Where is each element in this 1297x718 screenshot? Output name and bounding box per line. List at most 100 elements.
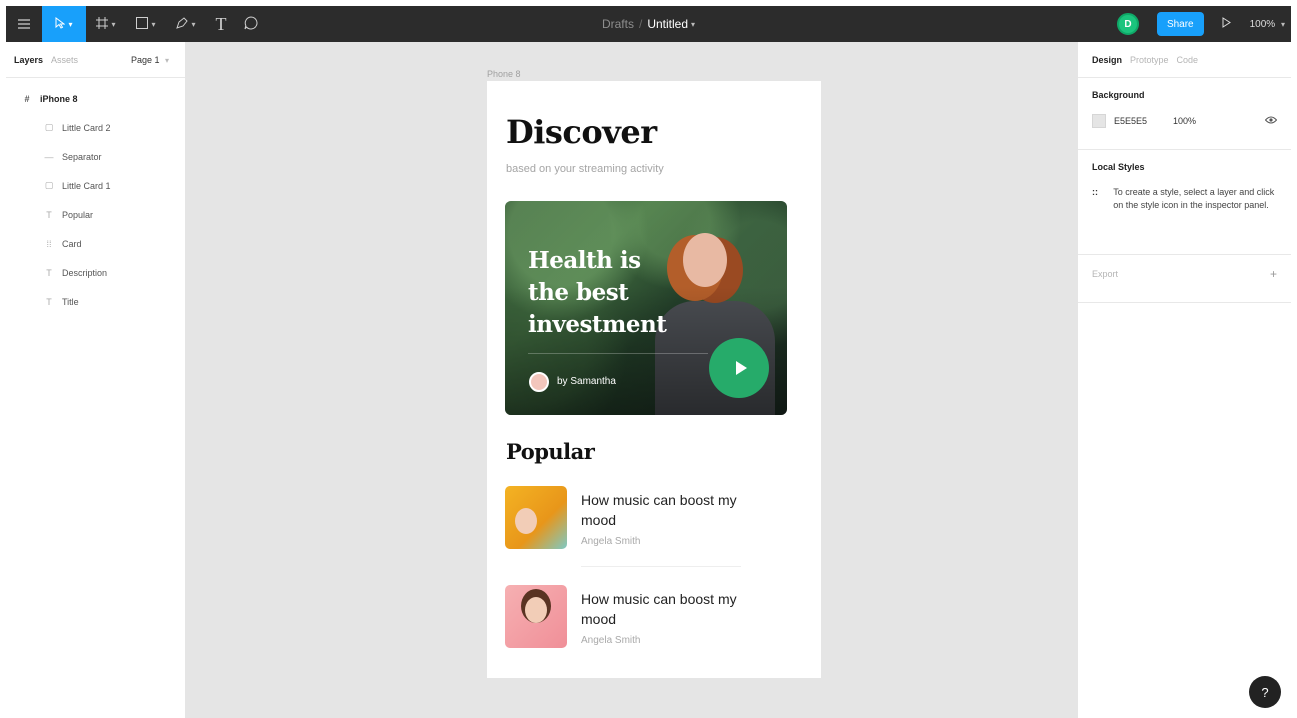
right-panel-tabs: Design Prototype Code — [1078, 42, 1291, 78]
pen-tool-button[interactable]: ▾ — [166, 6, 206, 42]
layer-item[interactable]: T Description — [6, 258, 185, 287]
play-icon — [1222, 17, 1232, 31]
page-selector[interactable]: Page 1 ▾ — [131, 55, 169, 65]
little-card-1[interactable]: How music can boost my mood Angela Smith — [505, 486, 805, 550]
layer-label: Card — [62, 238, 82, 249]
tab-layers[interactable]: Layers — [14, 55, 43, 65]
background-section: Background E5E5E5 100% — [1078, 78, 1291, 150]
layer-item-iphone-8[interactable]: # iPhone 8 — [6, 84, 185, 113]
top-toolbar: ▾ ▾ ▾ ▾ T Drafts / Untitled ▾ D Share 10… — [6, 6, 1291, 42]
tab-code[interactable]: Code — [1177, 55, 1199, 65]
move-tool-button[interactable]: ▾ — [42, 6, 86, 42]
play-button[interactable] — [709, 338, 769, 398]
share-button[interactable]: Share — [1156, 12, 1204, 36]
hero-divider — [528, 353, 708, 354]
breadcrumb-project[interactable]: Drafts — [602, 17, 634, 31]
style-icon: :: — [1092, 187, 1098, 197]
page-label: Page 1 — [130, 54, 160, 65]
card-title: How music can boost my mood — [581, 591, 737, 627]
local-styles-hint-row: :: To create a style, select a layer and… — [1092, 186, 1277, 212]
separator — [581, 566, 741, 567]
grid-icon: ⁞⁞ — [46, 238, 52, 249]
add-export-icon[interactable]: + — [1270, 267, 1277, 281]
card-title: How music can boost my mood — [581, 492, 737, 528]
phone-frame[interactable]: Discover based on your streaming activit… — [487, 81, 821, 678]
card-thumbnail — [505, 585, 567, 648]
zoom-level: 100% — [1249, 18, 1276, 30]
toolbar-right: D Share 100% ▾ — [1116, 6, 1285, 42]
layer-label: Description — [62, 267, 108, 278]
layer-label: Title — [62, 296, 79, 307]
eye-icon[interactable] — [1264, 115, 1278, 127]
card-thumbnail — [505, 486, 567, 549]
layer-item[interactable]: ▢ Little Card 2 — [6, 113, 185, 142]
move-icon — [55, 16, 66, 32]
background-hex-input[interactable]: E5E5E5 — [1114, 116, 1147, 126]
layer-item[interactable]: T Popular — [6, 200, 185, 229]
text-tool-button[interactable]: T — [206, 6, 236, 42]
help-button[interactable]: ? — [1249, 676, 1281, 708]
local-styles-heading: Local Styles — [1092, 162, 1145, 172]
layer-label: iPhone 8 — [40, 93, 78, 104]
tab-design[interactable]: Design — [1092, 55, 1122, 65]
present-button[interactable] — [1214, 17, 1240, 31]
author-avatar — [529, 372, 549, 392]
layer-label: Popular — [62, 209, 94, 220]
text-icon: T — [46, 296, 52, 307]
layer-item[interactable]: T Title — [6, 287, 185, 316]
export-label: Export — [1092, 269, 1119, 279]
text-icon: T — [46, 209, 52, 220]
chevron-down-icon: ▾ — [1280, 19, 1285, 29]
export-row: Export + — [1092, 267, 1277, 281]
chevron-down-icon[interactable]: ▾ — [691, 20, 695, 29]
export-section: Export + — [1078, 255, 1291, 303]
breadcrumb-separator: / — [638, 17, 643, 31]
shape-icon — [136, 16, 149, 32]
chevron-down-icon: ▾ — [68, 19, 73, 29]
color-swatch[interactable] — [1092, 114, 1106, 128]
frame-icon — [96, 16, 109, 32]
layer-item[interactable]: — Separator — [6, 142, 185, 171]
popular-heading: Popular — [506, 439, 595, 464]
menu-icon[interactable] — [6, 6, 42, 42]
frame-tool-button[interactable]: ▾ — [86, 6, 126, 42]
hero-title: Health is the best investment — [528, 247, 667, 338]
left-panel-tabs: Layers Assets Page 1 ▾ — [6, 42, 185, 78]
little-card-2[interactable]: How music can boost my mood Angela Smith — [505, 585, 805, 649]
layer-label: Little Card 1 — [62, 180, 111, 191]
card-author: Angela Smith — [581, 635, 641, 646]
layer-item[interactable]: ⁞⁞ Card — [6, 229, 185, 258]
frame-icon: # — [24, 93, 30, 104]
tab-prototype[interactable]: Prototype — [1130, 55, 1169, 65]
comment-tool-button[interactable] — [236, 6, 266, 42]
hero-card[interactable]: Health is the best investment by Samanth… — [505, 201, 787, 415]
frame-label[interactable]: Phone 8 — [487, 69, 521, 79]
local-styles-section: Local Styles :: To create a style, selec… — [1078, 150, 1291, 255]
local-styles-hint: To create a style, select a layer and cl… — [1113, 187, 1275, 210]
background-opacity-input[interactable]: 100% — [1173, 116, 1196, 126]
text-icon: T — [215, 13, 227, 34]
zoom-dropdown[interactable]: 100% ▾ — [1250, 19, 1285, 30]
background-heading: Background — [1092, 90, 1145, 100]
file-name[interactable]: Untitled — [647, 17, 688, 31]
frame-icon: ▢ — [44, 180, 54, 190]
layers-panel: Layers Assets Page 1 ▾ # iPhone 8 ▢ Litt… — [6, 42, 186, 718]
line-icon: — — [44, 151, 54, 162]
canvas[interactable]: Phone 8 Discover based on your streaming… — [186, 42, 1077, 718]
play-icon — [735, 361, 747, 375]
background-row: E5E5E5 100% — [1092, 114, 1278, 128]
screen-subtitle: based on your streaming activity — [506, 163, 664, 175]
layer-label: Separator — [62, 151, 102, 162]
card-author: Angela Smith — [581, 536, 641, 547]
layer-item[interactable]: ▢ Little Card 1 — [6, 171, 185, 200]
screen-title: Discover — [506, 113, 657, 151]
hero-author: by Samantha — [557, 376, 616, 387]
chevron-down-icon: ▾ — [191, 19, 196, 29]
frame-icon: ▢ — [44, 122, 54, 132]
layer-label: Little Card 2 — [62, 122, 111, 133]
shape-tool-button[interactable]: ▾ — [126, 6, 166, 42]
chevron-down-icon: ▾ — [151, 19, 156, 29]
user-avatar[interactable]: D — [1116, 13, 1139, 35]
text-icon: T — [46, 267, 52, 278]
tab-assets[interactable]: Assets — [51, 55, 78, 65]
